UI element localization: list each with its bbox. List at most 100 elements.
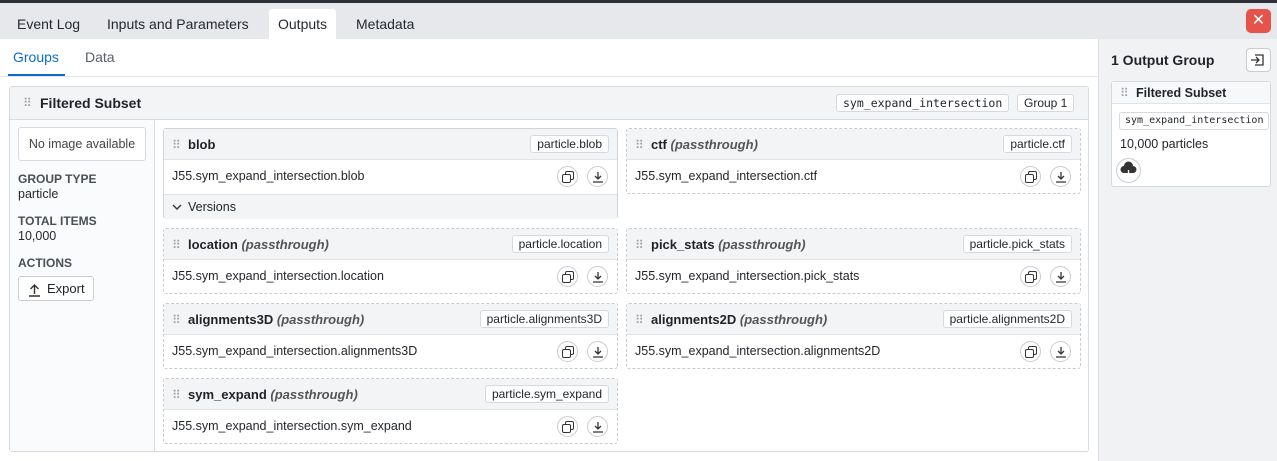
download-group-button[interactable] [1116, 158, 1141, 183]
total-items-label: TOTAL ITEMS [18, 214, 97, 228]
output-group-card-chip: sym_expand_intersection [1119, 112, 1270, 130]
outputs-subtabs: Groups Data [0, 39, 1098, 77]
download-icon [593, 172, 603, 183]
drag-handle-icon[interactable]: ⠿ [635, 138, 644, 152]
group-header: ⠿ Filtered Subset sym_expand_intersectio… [10, 87, 1088, 120]
cloud-download-icon [1120, 161, 1137, 179]
output-group-card-count: 10,000 particles [1120, 137, 1209, 151]
slot-card-alignments2d: ⠿ alignments2D (passthrough) particle.al… [626, 303, 1081, 369]
slot-path: J55.sym_expand_intersection.pick_stats [635, 269, 860, 283]
output-group-panel: ⠿ Filtered Subset sym_expand_intersectio… [9, 86, 1089, 452]
slot-name: location (passthrough) [188, 237, 329, 252]
sidebar-collapse-icon [1251, 54, 1264, 66]
tab-outputs[interactable]: Outputs [269, 9, 337, 39]
output-groups-sidebar: 1 Output Group ⠿ Filtered Subset sym_exp… [1098, 39, 1277, 461]
group-info-column: No image available GROUP TYPE particle T… [10, 120, 155, 451]
close-icon: ✕ [1251, 12, 1266, 29]
slot-path: J55.sym_expand_intersection.blob [172, 169, 365, 183]
copy-button[interactable] [557, 341, 578, 362]
subtab-data[interactable]: Data [85, 49, 115, 65]
actions-label: ACTIONS [18, 256, 72, 270]
download-icon [1056, 347, 1066, 358]
active-subtab-indicator [8, 74, 65, 76]
download-button[interactable] [1050, 266, 1071, 287]
slot-card-blob: ⠿ blob particle.blob J55.sym_expand_inte… [163, 128, 618, 219]
output-group-card-title: Filtered Subset [1136, 86, 1227, 100]
drag-handle-icon[interactable]: ⠿ [172, 138, 181, 152]
collapse-sidebar-button[interactable] [1246, 48, 1271, 72]
close-button[interactable]: ✕ [1246, 9, 1271, 33]
copy-icon [562, 421, 574, 433]
download-icon [593, 347, 603, 358]
slot-card-location: ⠿ location (passthrough) particle.locati… [163, 228, 618, 294]
drag-handle-icon[interactable]: ⠿ [635, 238, 644, 252]
slot-card-pick-stats: ⠿ pick_stats (passthrough) particle.pick… [626, 228, 1081, 294]
slot-card-header: ⠿ sym_expand (passthrough) particle.sym_… [164, 379, 617, 410]
drag-handle-icon[interactable]: ⠿ [1120, 86, 1129, 100]
slot-type-chip: particle.alignments3D [479, 310, 609, 328]
slot-name: pick_stats (passthrough) [651, 237, 806, 252]
copy-button[interactable] [1020, 166, 1041, 187]
slot-type-chip: particle.ctf [1003, 135, 1072, 153]
copy-button[interactable] [1020, 266, 1041, 287]
download-button[interactable] [587, 266, 608, 287]
slot-type-chip: particle.blob [530, 135, 609, 153]
drag-handle-icon[interactable]: ⠿ [635, 313, 644, 327]
group-type-value: particle [18, 187, 59, 201]
copy-icon [562, 171, 574, 183]
copy-button[interactable] [557, 416, 578, 437]
download-button[interactable] [587, 341, 608, 362]
slot-name: blob [188, 137, 216, 152]
slot-path: J55.sym_expand_intersection.location [172, 269, 384, 283]
download-button[interactable] [587, 166, 608, 187]
download-button[interactable] [1050, 166, 1071, 187]
main-tab-bar: Event Log Inputs and Parameters Outputs … [0, 3, 1277, 39]
copy-button[interactable] [1020, 341, 1041, 362]
versions-label: Versions [188, 200, 236, 214]
slot-card-alignments3d: ⠿ alignments3D (passthrough) particle.al… [163, 303, 618, 369]
slot-card-header: ⠿ ctf (passthrough) particle.ctf [627, 129, 1080, 160]
slot-card-header: ⠿ pick_stats (passthrough) particle.pick… [627, 229, 1080, 260]
slot-name: alignments3D (passthrough) [188, 312, 365, 327]
versions-toggle[interactable]: Versions [164, 194, 617, 219]
output-group-card[interactable]: ⠿ Filtered Subset sym_expand_intersectio… [1111, 81, 1271, 187]
group-name-chip: sym_expand_intersection [836, 94, 1010, 112]
tab-event-log[interactable]: Event Log [8, 9, 89, 39]
export-button[interactable]: Export [18, 276, 94, 301]
drag-handle-icon[interactable]: ⠿ [23, 96, 32, 110]
slot-path: J55.sym_expand_intersection.alignments3D [172, 344, 418, 358]
slot-type-chip: particle.pick_stats [962, 235, 1072, 253]
download-icon [1056, 272, 1066, 283]
copy-icon [1025, 271, 1037, 283]
slot-path: J55.sym_expand_intersection.sym_expand [172, 419, 412, 433]
slot-path: J55.sym_expand_intersection.alignments2D [635, 344, 881, 358]
download-button[interactable] [587, 416, 608, 437]
slot-name: alignments2D (passthrough) [651, 312, 828, 327]
download-icon [593, 422, 603, 433]
copy-button[interactable] [557, 166, 578, 187]
group-number-chip: Group 1 [1017, 94, 1075, 112]
drag-handle-icon[interactable]: ⠿ [172, 238, 181, 252]
output-groups-title: 1 Output Group [1111, 52, 1215, 68]
download-icon [1056, 172, 1066, 183]
group-title: Filtered Subset [40, 95, 142, 111]
copy-icon [562, 346, 574, 358]
slot-card-header: ⠿ alignments3D (passthrough) particle.al… [164, 304, 617, 335]
copy-button[interactable] [557, 266, 578, 287]
total-items-value: 10,000 [18, 229, 57, 243]
tab-inputs-and-parameters[interactable]: Inputs and Parameters [98, 9, 258, 39]
subtab-groups[interactable]: Groups [13, 49, 59, 65]
slot-card-sym-expand: ⠿ sym_expand (passthrough) particle.sym_… [163, 378, 618, 444]
slot-card-header: ⠿ alignments2D (passthrough) particle.al… [627, 304, 1080, 335]
drag-handle-icon[interactable]: ⠿ [172, 388, 181, 402]
chevron-down-icon [172, 195, 182, 227]
upload-icon [28, 281, 41, 304]
slot-path: J55.sym_expand_intersection.ctf [635, 169, 818, 183]
download-button[interactable] [1050, 341, 1071, 362]
no-image-placeholder: No image available [18, 127, 146, 161]
slot-name: sym_expand (passthrough) [188, 387, 358, 402]
drag-handle-icon[interactable]: ⠿ [172, 313, 181, 327]
slot-name: ctf (passthrough) [651, 137, 758, 152]
slot-type-chip: particle.alignments2D [942, 310, 1072, 328]
tab-metadata[interactable]: Metadata [347, 9, 423, 39]
